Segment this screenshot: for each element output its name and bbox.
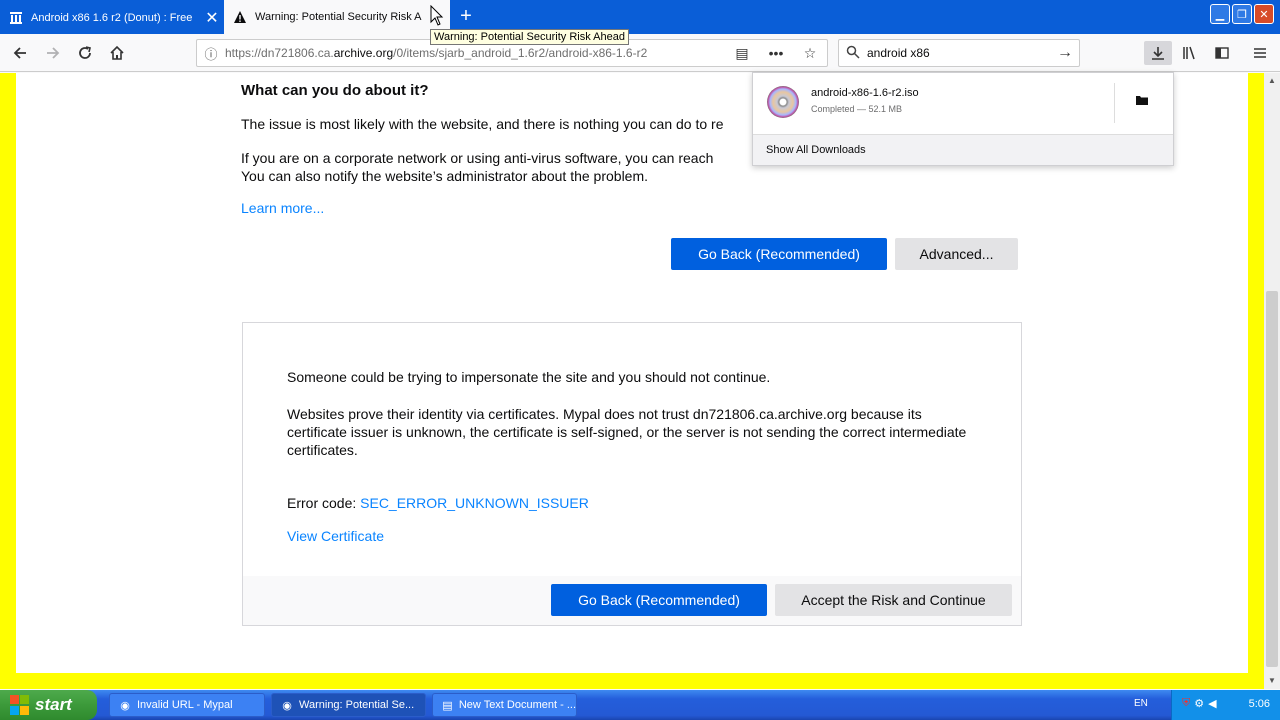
scroll-down-arrow-icon[interactable]: ▼	[1264, 673, 1280, 689]
download-status: Completed — 52.1 MB	[811, 104, 903, 114]
warning-icon	[232, 9, 248, 25]
downloads-panel: android-x86-1.6-r2.iso Completed — 52.1 …	[752, 72, 1174, 166]
bookmark-star-icon[interactable]: ☆	[793, 45, 827, 62]
download-item[interactable]: android-x86-1.6-r2.iso Completed — 52.1 …	[753, 73, 1173, 133]
impersonate-warning: Someone could be trying to impersonate t…	[287, 369, 771, 385]
url-text[interactable]: https://dn721806.ca.archive.org/0/items/…	[225, 46, 725, 60]
download-filename: android-x86-1.6-r2.iso	[811, 87, 919, 99]
library-button[interactable]	[1176, 41, 1204, 65]
learn-more-link[interactable]: Learn more...	[241, 200, 324, 216]
language-indicator[interactable]: EN	[1134, 698, 1148, 709]
advanced-button[interactable]: Advanced...	[895, 238, 1018, 270]
sidebar-button[interactable]	[1208, 41, 1236, 65]
disc-image-icon	[767, 86, 799, 118]
browser-icon: ◉	[282, 699, 292, 712]
library-icon	[1183, 46, 1195, 60]
reader-view-icon[interactable]: ▤	[725, 45, 759, 62]
navigation-toolbar: ⓘ https://dn721806.ca.archive.org/0/item…	[0, 34, 1280, 72]
tab-label: Android x86 1.6 r2 (Donut) : Free	[31, 12, 193, 24]
certificate-explanation: Websites prove their identity via certif…	[287, 406, 967, 458]
error-code-row: Error code: SEC_ERROR_UNKNOWN_ISSUER	[287, 495, 589, 511]
issue-text: The issue is most likely with the websit…	[241, 116, 724, 132]
view-certificate-link[interactable]: View Certificate	[287, 528, 384, 544]
vertical-scrollbar[interactable]: ▲ ▼	[1264, 73, 1280, 689]
system-tray: ⛨ ⚙ ◀ 5:06	[1171, 690, 1280, 720]
page-actions-icon[interactable]: •••	[759, 45, 793, 61]
browser-icon: ◉	[120, 699, 130, 712]
downloads-button[interactable]	[1144, 41, 1172, 65]
open-folder-icon[interactable]	[1135, 93, 1149, 109]
hamburger-menu-icon	[1254, 48, 1266, 58]
tab-warning[interactable]: Warning: Potential Security Risk A	[224, 0, 450, 34]
scrollbar-thumb[interactable]	[1266, 291, 1278, 667]
back-arrow-icon	[13, 47, 26, 59]
forward-arrow-icon	[47, 47, 60, 59]
menu-button[interactable]	[1246, 41, 1274, 65]
mouse-cursor-icon	[430, 5, 444, 26]
info-icon[interactable]: ⓘ	[197, 44, 225, 63]
error-code-link[interactable]: SEC_ERROR_UNKNOWN_ISSUER	[360, 495, 589, 511]
advanced-panel: Someone could be trying to impersonate t…	[242, 322, 1022, 626]
home-button[interactable]	[104, 41, 130, 65]
notepad-icon: ▤	[442, 699, 453, 712]
maximize-button[interactable]: ❐	[1232, 4, 1252, 24]
network-text: If you are on a corporate network or usi…	[241, 150, 714, 184]
reload-icon	[79, 46, 91, 59]
go-back-button[interactable]: Go Back (Recommended)	[671, 238, 887, 270]
accept-risk-button[interactable]: Accept the Risk and Continue	[775, 584, 1012, 616]
search-bar[interactable]: android x86 →	[838, 39, 1080, 67]
tab-archive[interactable]: Android x86 1.6 r2 (Donut) : Free ✕	[0, 2, 224, 34]
show-all-downloads[interactable]: Show All Downloads	[753, 134, 1173, 165]
tab-strip: Android x86 1.6 r2 (Donut) : Free ✕ Warn…	[0, 0, 1280, 34]
go-back-button-2[interactable]: Go Back (Recommended)	[551, 584, 767, 616]
forward-button[interactable]	[40, 41, 66, 65]
security-shield-icon[interactable]: ⛨	[1182, 697, 1190, 710]
taskbar-item-invalid-url[interactable]: ◉ Invalid URL - Mypal	[109, 693, 265, 717]
volume-icon[interactable]: ◀	[1208, 697, 1216, 710]
taskbar-item-text-document[interactable]: ▤ New Text Document - ...	[432, 693, 577, 717]
home-icon	[110, 45, 124, 60]
archive-icon	[8, 10, 24, 26]
search-go-icon[interactable]: →	[1051, 44, 1079, 62]
taskbar-item-warning[interactable]: ◉ Warning: Potential Se...	[271, 693, 426, 717]
search-icon	[839, 45, 867, 62]
close-icon[interactable]: ✕	[200, 8, 224, 28]
tab-label: Warning: Potential Security Risk A	[255, 11, 422, 23]
new-tab-button[interactable]: +	[454, 5, 478, 29]
minimize-button[interactable]: ▁	[1210, 4, 1230, 24]
windows-logo-icon	[10, 695, 30, 715]
scroll-up-arrow-icon[interactable]: ▲	[1264, 73, 1280, 89]
back-button[interactable]	[7, 41, 33, 65]
sidebar-icon	[1215, 47, 1229, 59]
reload-button[interactable]	[72, 41, 98, 65]
clock[interactable]: 5:06	[1249, 698, 1270, 710]
search-input[interactable]: android x86	[867, 46, 1051, 60]
network-icon[interactable]: ⚙	[1194, 697, 1204, 710]
tab-tooltip: Warning: Potential Security Risk Ahead	[430, 29, 629, 45]
section-heading: What can you do about it?	[241, 82, 429, 99]
window-controls: ▁ ❐ ✕	[1210, 4, 1274, 24]
close-window-button[interactable]: ✕	[1254, 4, 1274, 24]
taskbar: start ◉ Invalid URL - Mypal ◉ Warning: P…	[0, 690, 1280, 720]
advanced-panel-footer: Go Back (Recommended) Accept the Risk an…	[243, 576, 1021, 625]
download-icon	[1152, 47, 1164, 60]
divider	[1114, 83, 1115, 123]
start-button[interactable]: start	[0, 690, 97, 720]
